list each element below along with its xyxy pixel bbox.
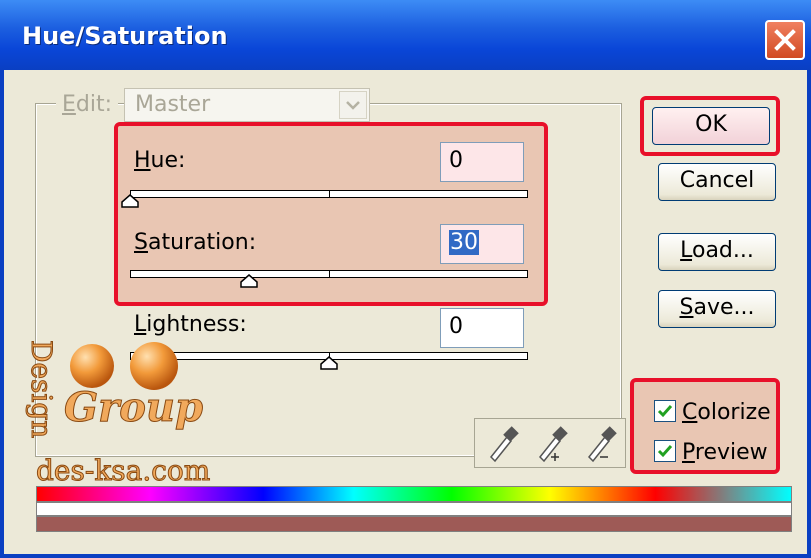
colorize-checkbox[interactable] xyxy=(654,400,676,422)
watermark-design: Design xyxy=(25,340,59,439)
cancel-button[interactable]: Cancel xyxy=(658,163,776,201)
lightness-slider-thumb[interactable] xyxy=(320,356,338,370)
lightness-field[interactable]: 0 xyxy=(440,308,524,348)
close-button[interactable] xyxy=(765,20,805,60)
chevron-down-icon xyxy=(346,101,360,110)
combo-dropdown-button[interactable] xyxy=(339,91,367,119)
eyedropper-icon xyxy=(489,426,519,463)
colorize-label[interactable]: Colorize xyxy=(682,400,771,425)
title-bar[interactable]: Hue/Saturation xyxy=(0,0,811,70)
hue-saturation-dialog: Hue/Saturation Edit: Master Hue: 0 Satur… xyxy=(0,0,811,558)
preview-checkbox[interactable] xyxy=(654,440,676,462)
hue-field[interactable]: 0 xyxy=(440,142,524,182)
ok-button[interactable]: OK xyxy=(652,107,770,145)
hue-slider-track[interactable] xyxy=(130,190,528,198)
output-color-bar xyxy=(36,516,792,532)
eyedropper-add-button[interactable] xyxy=(527,421,573,465)
checkmark-icon xyxy=(657,405,673,418)
hue-value: 0 xyxy=(449,148,463,173)
saturation-slider-track[interactable] xyxy=(130,270,528,278)
close-icon xyxy=(774,29,796,51)
eyedropper-button[interactable] xyxy=(478,421,524,465)
edit-combo[interactable]: Master xyxy=(124,88,370,122)
load-button[interactable]: Load... xyxy=(658,233,776,271)
eyedropper-minus-icon xyxy=(587,426,617,463)
window-title: Hue/Saturation xyxy=(22,22,228,50)
hue-label: Hue: xyxy=(134,148,186,173)
separator-bar xyxy=(36,502,792,516)
eyedropper-subtract-button[interactable] xyxy=(576,421,622,465)
input-hue-spectrum-bar xyxy=(36,486,792,502)
saturation-field[interactable]: 30 xyxy=(440,224,524,264)
saturation-value: 30 xyxy=(449,230,479,255)
watermark-group: Group xyxy=(64,384,204,432)
lightness-value: 0 xyxy=(449,314,463,339)
saturation-label: Saturation: xyxy=(134,230,257,255)
eyedropper-toolbar xyxy=(474,418,626,468)
lightness-label: Lightness: xyxy=(134,312,247,337)
save-button[interactable]: Save... xyxy=(658,290,776,328)
eyedropper-plus-icon xyxy=(538,426,568,463)
checkmark-icon xyxy=(657,445,673,458)
orb-icon xyxy=(70,342,178,390)
hue-slider-thumb[interactable] xyxy=(121,194,139,208)
saturation-slider-thumb[interactable] xyxy=(240,274,259,288)
edit-label: Edit: xyxy=(56,92,119,117)
edit-combo-value: Master xyxy=(135,92,211,117)
watermark-url: des-ksa.com xyxy=(35,454,211,488)
preview-label[interactable]: Preview xyxy=(682,440,768,465)
